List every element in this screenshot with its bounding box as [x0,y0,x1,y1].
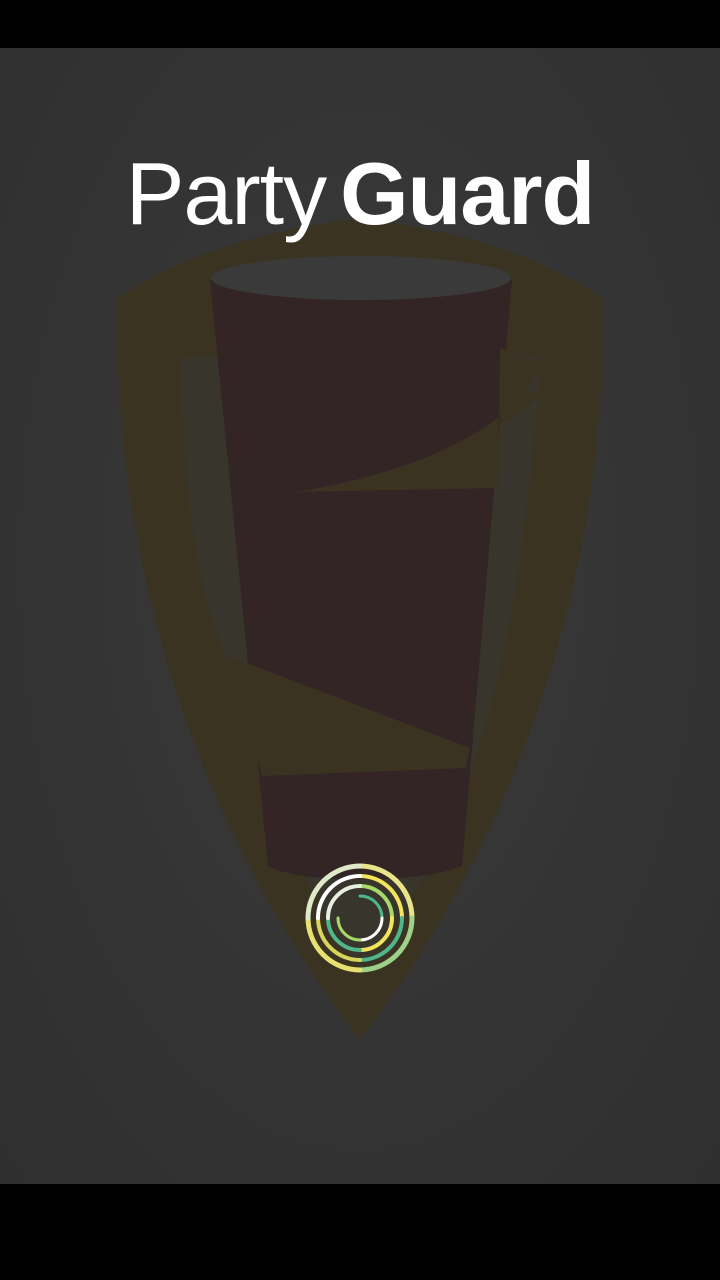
splash-screen: Party Guard [0,48,720,1184]
app-title-guard: Guard [340,144,595,243]
app-title: Party Guard [0,146,720,242]
status-bar [0,0,720,48]
swirl-spinner-icon [305,863,415,973]
navigation-bar [0,1184,720,1280]
cup-rim [211,256,511,300]
app-title-party: Party [125,144,327,243]
